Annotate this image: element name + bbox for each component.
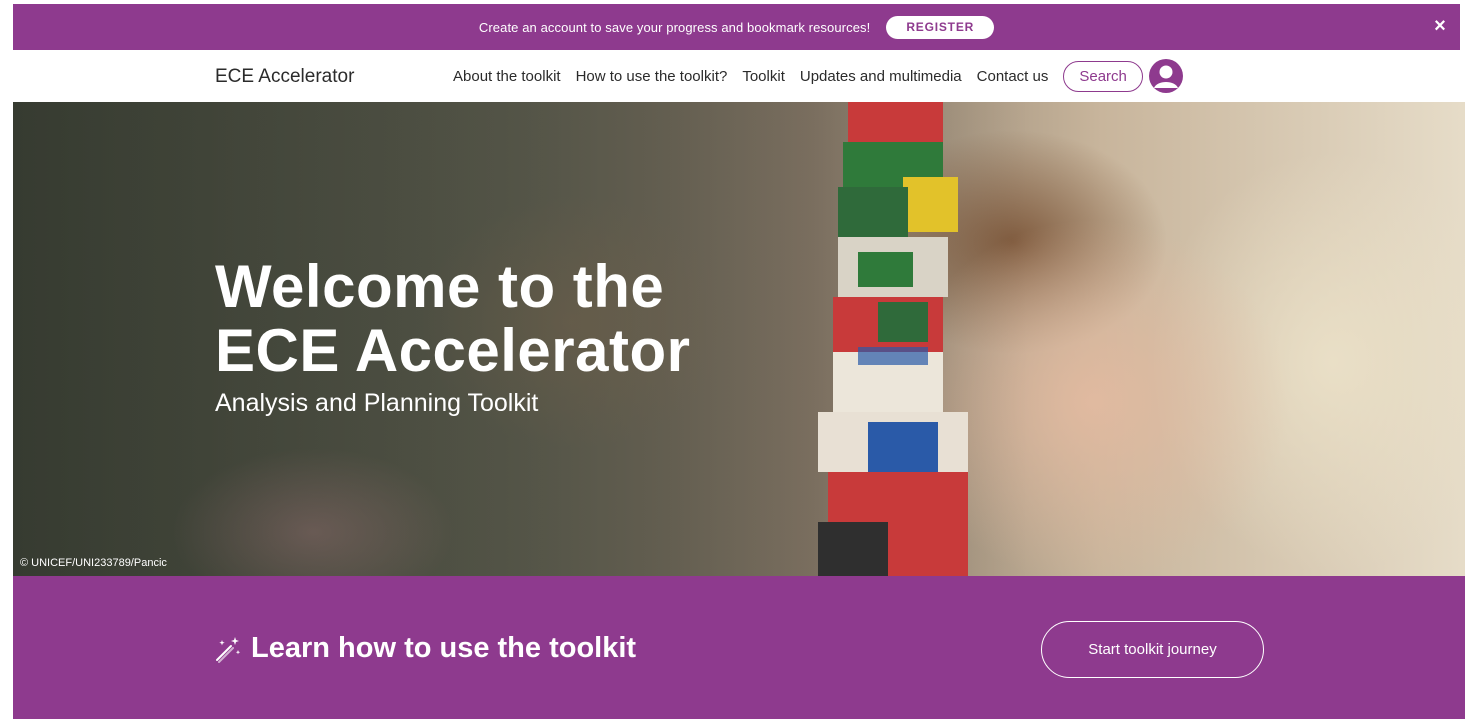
photo-credit: © UNICEF/UNI233789/Pancic (20, 557, 167, 569)
magic-wand-icon (216, 636, 241, 663)
nav-link-contact[interactable]: Contact us (977, 68, 1049, 85)
search-button[interactable]: Search (1063, 60, 1143, 92)
user-circle-icon[interactable] (1148, 59, 1183, 93)
nav-link-updates[interactable]: Updates and multimedia (800, 68, 962, 85)
nav-link-toolkit[interactable]: Toolkit (742, 68, 785, 85)
hero-title-line-2: ECE Accelerator (215, 317, 691, 384)
hero-title: Welcome to the ECE Accelerator (215, 255, 691, 383)
close-icon[interactable]: × (1430, 16, 1450, 36)
register-button[interactable]: REGISTER (886, 15, 995, 39)
announcement-banner: Create an account to save your progress … (13, 4, 1460, 50)
block-tower-image (818, 102, 968, 576)
brand-logo[interactable]: ECE Accelerator (215, 66, 354, 88)
nav-link-how-to-use[interactable]: How to use the toolkit? (576, 68, 728, 85)
hero-banner: Welcome to the ECE Accelerator Analysis … (13, 102, 1465, 576)
cta-title: Learn how to use the toolkit (251, 632, 637, 664)
hero-subtitle: Analysis and Planning Toolkit (215, 389, 539, 417)
cta-band: Learn how to use the toolkit Start toolk… (13, 576, 1465, 719)
cta-heading: Learn how to use the toolkit (213, 632, 636, 665)
banner-text: Create an account to save your progress … (478, 19, 871, 35)
hero-title-line-1: Welcome to the (215, 253, 665, 320)
nav-link-about[interactable]: About the toolkit (453, 68, 561, 85)
start-toolkit-journey-button[interactable]: Start toolkit journey (1041, 621, 1264, 678)
page: Create an account to save your progress … (0, 0, 1471, 719)
top-navbar: ECE Accelerator About the toolkit How to… (13, 50, 1460, 102)
nav-links: About the toolkit How to use the toolkit… (453, 50, 1183, 102)
